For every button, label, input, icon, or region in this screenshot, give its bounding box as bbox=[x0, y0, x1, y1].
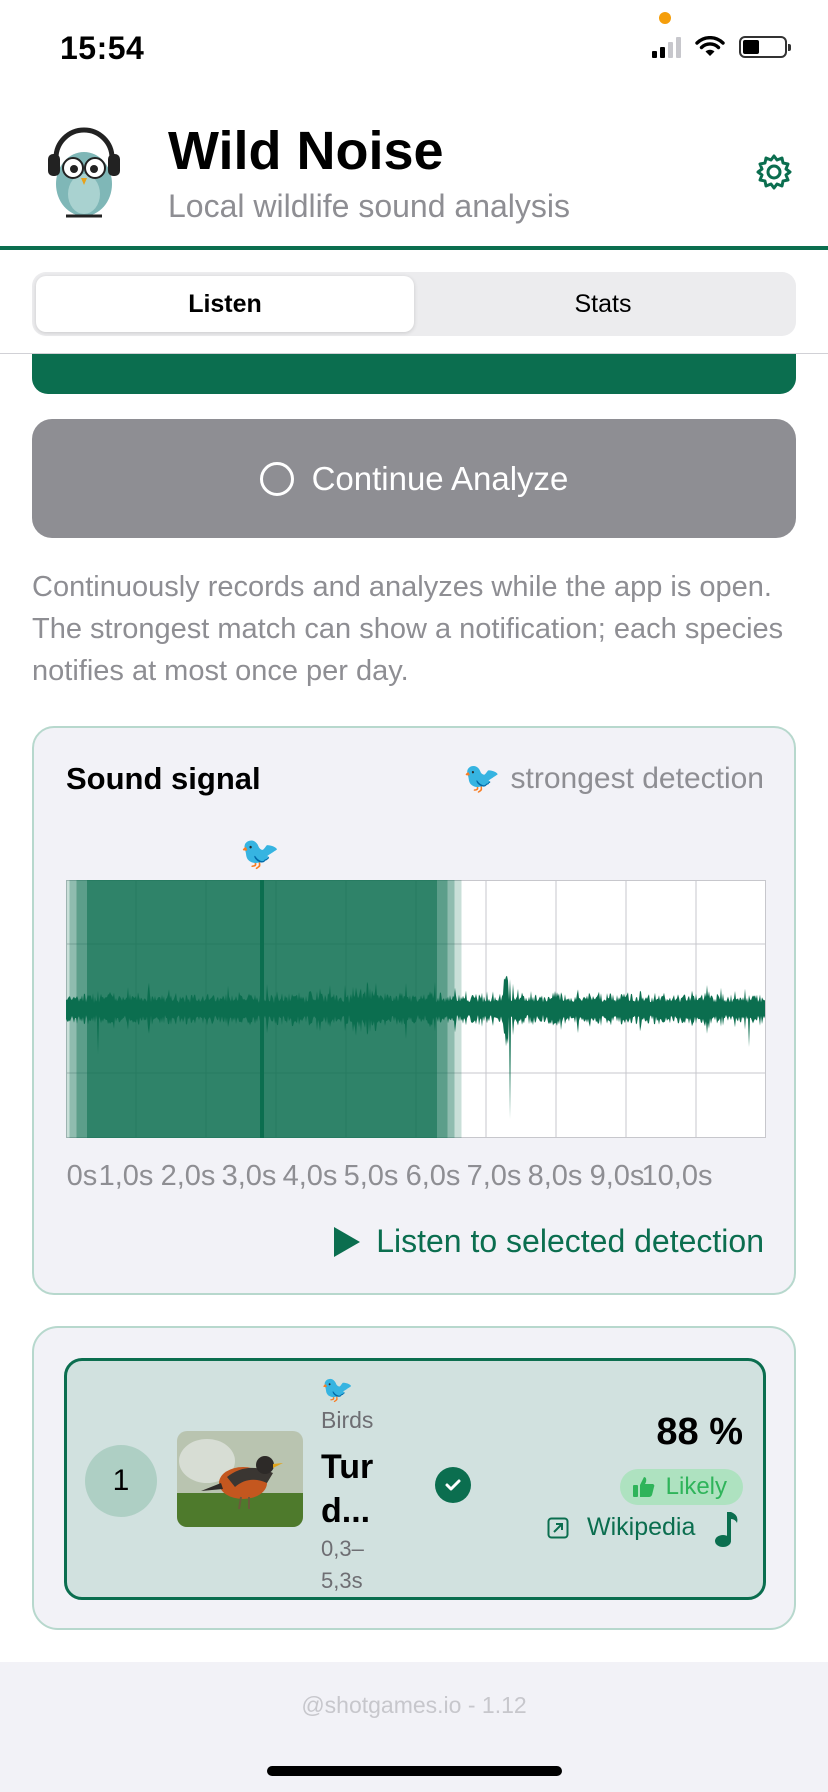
record-button[interactable] bbox=[32, 354, 796, 394]
likely-label: Likely bbox=[665, 1473, 727, 1500]
listen-selected-label: Listen to selected detection bbox=[376, 1223, 764, 1259]
x-tick-label: 5,0s bbox=[343, 1160, 399, 1192]
tab-listen[interactable]: Listen bbox=[36, 276, 414, 332]
detection-time-range: 0,3– 5,3s bbox=[321, 1536, 364, 1593]
cellular-signal-icon bbox=[652, 36, 681, 58]
app-subtitle: Local wildlife sound analysis bbox=[168, 188, 570, 224]
home-indicator bbox=[267, 1766, 562, 1776]
continue-analyze-button[interactable]: Continue Analyze bbox=[32, 419, 796, 538]
tab-stats[interactable]: Stats bbox=[414, 276, 792, 332]
play-icon bbox=[334, 1226, 361, 1257]
app-title: Wild Noise bbox=[168, 121, 444, 181]
wikipedia-link[interactable]: Wikipedia bbox=[547, 1513, 695, 1542]
external-link-icon bbox=[547, 1517, 569, 1538]
owl-headphones-logo bbox=[48, 127, 120, 218]
x-tick-label: 9,0s bbox=[589, 1160, 645, 1192]
footer: @shotgames.io - 1.12 bbox=[0, 1662, 828, 1792]
status-icons bbox=[652, 36, 791, 58]
gear-icon[interactable] bbox=[752, 150, 796, 194]
species-category: Birds bbox=[321, 1407, 374, 1433]
detection-marker-bird-icon[interactable]: 🐦 bbox=[240, 834, 280, 872]
analyze-description: Continuously records and analyzes while … bbox=[32, 571, 784, 687]
x-tick-label: 6,0s bbox=[405, 1160, 461, 1192]
thumbs-up-icon bbox=[632, 1477, 654, 1497]
detections-card: 1 🐦 Birds Tur d... 0,3– 5,3s 88 % Likely bbox=[32, 1326, 796, 1630]
x-tick-label: 4,0s bbox=[282, 1160, 338, 1192]
segmented-control: Listen Stats bbox=[32, 272, 796, 336]
circle-icon bbox=[259, 461, 294, 496]
x-tick-label: 0s bbox=[66, 1160, 98, 1192]
listen-selected-button[interactable]: Listen to selected detection bbox=[334, 1223, 764, 1260]
continue-analyze-label: Continue Analyze bbox=[311, 459, 569, 497]
bird-icon: 🐦 bbox=[321, 1375, 354, 1405]
x-tick-label: 8,0s bbox=[527, 1160, 583, 1192]
footer-version: @shotgames.io - 1.12 bbox=[301, 1692, 527, 1718]
bird-icon: 🐦 bbox=[463, 761, 501, 796]
likely-badge[interactable]: Likely bbox=[619, 1469, 743, 1505]
sound-signal-title: Sound signal bbox=[66, 761, 261, 796]
species-name: Tur d... bbox=[321, 1448, 374, 1530]
x-tick-label: 3,0s bbox=[221, 1160, 277, 1192]
wifi-icon bbox=[695, 36, 725, 56]
detection-item[interactable]: 1 🐦 Birds Tur d... 0,3– 5,3s 88 % Likely bbox=[64, 1358, 766, 1600]
x-axis-labels: 0s 1,0s 2,0s 3,0s 4,0s 5,0s 6,0s 7,0s 8,0s 9,0s 10… bbox=[66, 1160, 786, 1200]
strongest-detection-legend: 🐦 strongest detection bbox=[463, 761, 764, 796]
battery-icon bbox=[739, 36, 791, 58]
music-note-icon[interactable] bbox=[711, 1509, 741, 1549]
sound-signal-card: Sound signal 🐦 strongest detection 🐦 0s 1… bbox=[32, 726, 796, 1295]
strongest-detection-label: strongest detection bbox=[510, 761, 765, 795]
waveform-plot[interactable] bbox=[66, 880, 766, 1138]
wikipedia-label: Wikipedia bbox=[587, 1513, 696, 1541]
tab-bar: Listen Stats bbox=[0, 254, 828, 354]
x-tick-label: 2,0s bbox=[160, 1160, 216, 1192]
x-tick-label: 10,0s bbox=[641, 1160, 713, 1192]
privacy-indicator-dot bbox=[659, 12, 671, 24]
app-header: Wild Noise Local wildlife sound analysis bbox=[0, 100, 828, 250]
x-tick-label: 1,0s bbox=[98, 1160, 154, 1192]
rank-badge: 1 bbox=[85, 1445, 157, 1517]
confidence-percent: 88 % bbox=[656, 1411, 743, 1453]
status-time: 15:54 bbox=[60, 30, 145, 66]
species-thumbnail bbox=[177, 1431, 303, 1527]
status-bar: 15:54 bbox=[0, 0, 828, 100]
x-tick-label: 7,0s bbox=[466, 1160, 522, 1192]
verified-check-icon bbox=[435, 1467, 471, 1503]
